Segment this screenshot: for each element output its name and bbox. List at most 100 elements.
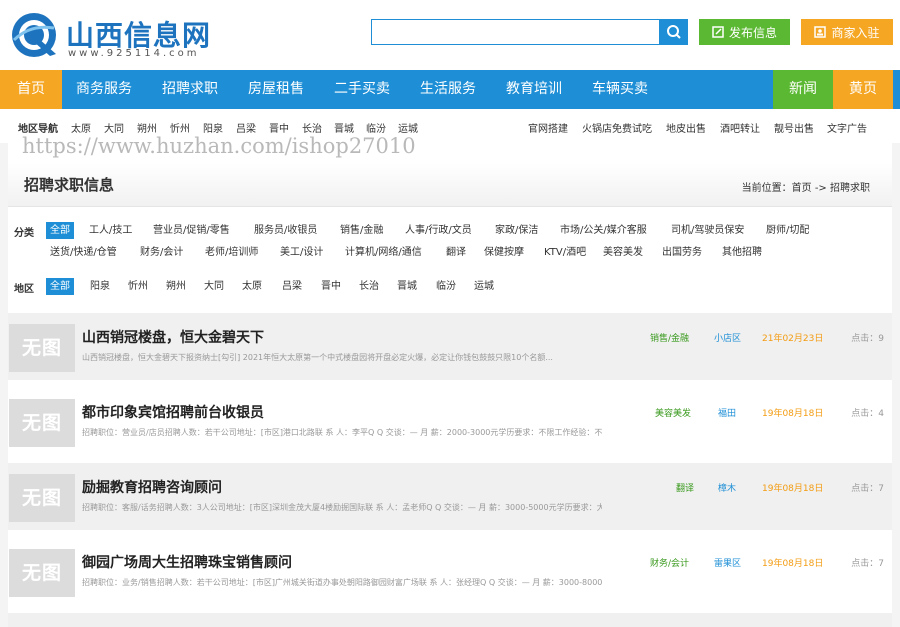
- listing-date: 21年02月23日: [762, 334, 824, 344]
- nav-business[interactable]: 商务服务: [66, 70, 142, 109]
- listing-area[interactable]: 雷果区: [714, 556, 741, 569]
- category-chip[interactable]: 销售/金融: [340, 222, 383, 239]
- search-input[interactable]: [372, 20, 659, 44]
- main-nav: 首页 商务服务 招聘求职 房屋租售 二手买卖 生活服务 教育培训 车辆买卖 新闻…: [0, 70, 900, 109]
- nav-jobs[interactable]: 招聘求职: [152, 70, 228, 109]
- listing-title[interactable]: 都市印象宾馆招聘前台收银员: [82, 402, 264, 422]
- category-chip[interactable]: 送货/快递/仓管: [50, 244, 117, 261]
- listing-title[interactable]: 山西销冠楼盘，恒大金碧天下: [82, 327, 264, 347]
- edit-icon: [712, 26, 724, 38]
- quick-link[interactable]: 火锅店免费试吃: [582, 120, 652, 135]
- category-chip[interactable]: 市场/公关/媒介客服: [560, 222, 647, 239]
- region-chip[interactable]: 阳泉: [90, 278, 110, 295]
- logo-mark-icon: [12, 13, 56, 57]
- region-link[interactable]: 临汾: [366, 120, 386, 135]
- listing-description: 山西销冠楼盘，恒大金碧天下报资纳士[勾引] 2021年恒大太原第一个中式楼盘园将…: [82, 353, 553, 362]
- nav-housing[interactable]: 房屋租售: [238, 70, 314, 109]
- quick-link[interactable]: 靓号出售: [774, 120, 814, 135]
- region-link[interactable]: 忻州: [170, 120, 190, 135]
- listing-title[interactable]: 励掘教育招聘咨询顾问: [82, 477, 222, 497]
- category-chip[interactable]: 翻译: [446, 244, 466, 261]
- listing-description: 招聘职位：营业员/店员招聘人数：若干公司地址：[市区]港口北路联 系 人：李平Q…: [82, 428, 602, 437]
- category-chip[interactable]: 其他招聘: [722, 244, 762, 261]
- category-chip[interactable]: 营业员/促销/零售: [153, 222, 230, 239]
- region-link[interactable]: 吕梁: [236, 120, 256, 135]
- region-link[interactable]: 晋中: [269, 120, 289, 135]
- listing-area[interactable]: 福田: [718, 406, 736, 419]
- region-chip-all[interactable]: 全部: [46, 278, 74, 295]
- category-chip-all[interactable]: 全部: [46, 222, 74, 239]
- region-link[interactable]: 大同: [104, 120, 124, 135]
- user-card-icon: [814, 26, 827, 38]
- region-link[interactable]: 太原: [71, 120, 91, 135]
- category-chip[interactable]: 老师/培训师: [205, 244, 258, 261]
- page-title: 招聘求职信息: [24, 176, 115, 194]
- nav-vehicles[interactable]: 车辆买卖: [582, 70, 658, 109]
- category-chip[interactable]: 财务/会计: [140, 244, 183, 261]
- category-chip[interactable]: KTV/酒吧: [544, 244, 586, 261]
- search-button[interactable]: [660, 19, 688, 45]
- region-chip[interactable]: 吕梁: [282, 278, 302, 295]
- quick-link[interactable]: 文字广告: [827, 120, 867, 135]
- region-chip[interactable]: 大同: [204, 278, 224, 295]
- listing-date: 19年08月18日: [762, 484, 824, 494]
- region-link[interactable]: 晋城: [334, 120, 354, 135]
- nav-news[interactable]: 新闻: [773, 70, 833, 109]
- listing-thumbnail: 无图: [9, 399, 75, 447]
- category-chip[interactable]: 保健按摩: [484, 244, 524, 261]
- nav-home[interactable]: 首页: [0, 70, 62, 109]
- category-chip[interactable]: 司机/驾驶员保安: [671, 222, 744, 239]
- category-chip[interactable]: 计算机/网络/通信: [345, 244, 422, 261]
- site-logo[interactable]: 山西信息网 www.925114.com: [10, 10, 220, 62]
- listing-category[interactable]: 美容美发: [655, 406, 691, 419]
- region-chip[interactable]: 忻州: [128, 278, 148, 295]
- region-chip[interactable]: 太原: [242, 278, 262, 295]
- category-chip[interactable]: 美容美发: [603, 244, 643, 261]
- nav-secondhand[interactable]: 二手买卖: [324, 70, 400, 109]
- quick-link[interactable]: 官网搭建: [528, 120, 568, 135]
- listing-thumbnail: 无图: [9, 474, 75, 522]
- merchant-join-button[interactable]: 商家入驻: [801, 19, 893, 45]
- logo-url: www.925114.com: [68, 48, 200, 59]
- job-listing[interactable]: 无图 山西销冠楼盘，恒大金碧天下 山西销冠楼盘，恒大金碧天下报资纳士[勾引] 2…: [8, 313, 892, 380]
- main-content: 招聘求职信息 当前位置：首页 -> 招聘求职 分类 全部 工人/技工 营业员/促…: [8, 143, 892, 627]
- job-listing[interactable]: [8, 613, 892, 627]
- post-info-button[interactable]: 发布信息: [699, 19, 790, 45]
- region-link[interactable]: 长治: [302, 120, 322, 135]
- watermark: https://www.huzhan.com/ishop27010: [22, 134, 416, 158]
- listing-category[interactable]: 翻译: [676, 481, 694, 494]
- post-info-label: 发布信息: [728, 25, 777, 40]
- listing-area[interactable]: 小店区: [714, 331, 741, 344]
- category-chip[interactable]: 工人/技工: [89, 222, 132, 239]
- listing-area[interactable]: 樟木: [718, 481, 736, 494]
- region-chip[interactable]: 晋城: [397, 278, 417, 295]
- category-chip[interactable]: 美工/设计: [280, 244, 323, 261]
- region-chip[interactable]: 长治: [359, 278, 379, 295]
- category-chip[interactable]: 人事/行政/文员: [405, 222, 472, 239]
- region-link[interactable]: 运城: [398, 120, 418, 135]
- region-link[interactable]: 阳泉: [203, 120, 223, 135]
- category-chip[interactable]: 服务员/收银员: [254, 222, 317, 239]
- listing-title[interactable]: 御园广场周大生招聘珠宝销售顾问: [82, 552, 292, 572]
- nav-yellow-pages[interactable]: 黄页: [833, 70, 893, 109]
- region-chip[interactable]: 运城: [474, 278, 494, 295]
- region-chip[interactable]: 晋中: [321, 278, 341, 295]
- job-listing[interactable]: 无图 御园广场周大生招聘珠宝销售顾问 招聘职位：业务/销售招聘人数：若干公司地址…: [8, 538, 892, 605]
- listing-category[interactable]: 财务/会计: [650, 556, 689, 569]
- nav-life-services[interactable]: 生活服务: [410, 70, 486, 109]
- job-listing[interactable]: 无图 励掘教育招聘咨询顾问 招聘职位：客服/话务招聘人数：3人公司地址：[市区]…: [8, 463, 892, 530]
- quick-link[interactable]: 酒吧转让: [720, 120, 760, 135]
- category-chip[interactable]: 厨师/切配: [766, 222, 809, 239]
- region-chip[interactable]: 朔州: [166, 278, 186, 295]
- quick-link[interactable]: 地皮出售: [666, 120, 706, 135]
- nav-education[interactable]: 教育培训: [496, 70, 572, 109]
- merchant-join-label: 商家入驻: [831, 25, 880, 40]
- listing-category[interactable]: 销售/金融: [650, 331, 689, 344]
- region-link[interactable]: 朔州: [137, 120, 157, 135]
- job-listing[interactable]: 无图 都市印象宾馆招聘前台收银员 招聘职位：营业员/店员招聘人数：若干公司地址：…: [8, 388, 892, 455]
- category-chip[interactable]: 出国劳务: [662, 244, 702, 261]
- site-header: 山西信息网 www.925114.com 发布信息 商家入驻: [0, 0, 900, 70]
- category-chip[interactable]: 家政/保洁: [495, 222, 538, 239]
- listing-date: 19年08月18日: [762, 409, 824, 419]
- region-chip[interactable]: 临汾: [436, 278, 456, 295]
